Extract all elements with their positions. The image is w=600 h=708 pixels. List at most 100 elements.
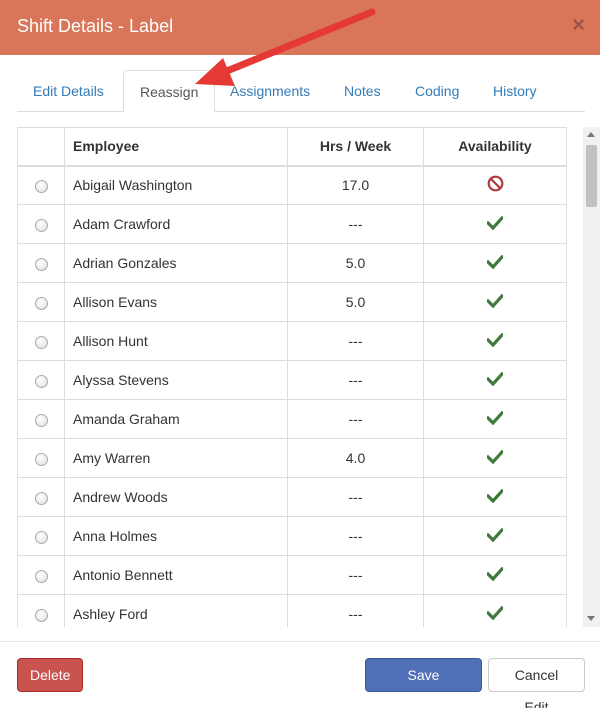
table-row[interactable]: Amanda Graham ---: [17, 399, 567, 439]
check-icon: [485, 488, 505, 506]
close-icon[interactable]: ×: [572, 14, 585, 36]
check-icon: [485, 293, 505, 311]
row-select-cell: [17, 243, 65, 283]
employee-name: Abigail Washington: [64, 165, 288, 205]
employee-name: Allison Hunt: [64, 321, 288, 361]
delete-button[interactable]: Delete: [17, 658, 83, 692]
select-radio[interactable]: [34, 491, 48, 505]
select-radio[interactable]: [34, 180, 48, 194]
availability-cell: [423, 516, 567, 556]
row-select-cell: [17, 165, 65, 205]
employee-name: Amanda Graham: [64, 399, 288, 439]
row-select-cell: [17, 555, 65, 595]
hrs-week-value: 17.0: [287, 165, 424, 205]
employee-name: Antonio Bennett: [64, 555, 288, 595]
employee-table-container: Employee Hrs / Week Availability Abigail…: [17, 127, 583, 627]
check-icon: [485, 254, 505, 272]
scroll-thumb[interactable]: [586, 145, 597, 207]
row-select-cell: [17, 204, 65, 244]
tab-bar: Edit Details Reassign Assignments Notes …: [17, 70, 585, 113]
employee-name: Amy Warren: [64, 438, 288, 478]
hrs-week-value: 4.0: [287, 438, 424, 478]
select-radio[interactable]: [34, 452, 48, 466]
employee-name: Ashley Ford: [64, 594, 288, 627]
hrs-week-value: 5.0: [287, 282, 424, 322]
availability-cell: [423, 165, 567, 205]
hrs-week-value: ---: [287, 516, 424, 556]
tab-assignments[interactable]: Assignments: [214, 70, 326, 112]
table-row[interactable]: Amy Warren 4.0: [17, 438, 567, 478]
hrs-week-column-header: Hrs / Week: [287, 127, 424, 167]
table-row[interactable]: Abigail Washington 17.0: [17, 165, 567, 205]
hrs-week-value: ---: [287, 477, 424, 517]
tab-notes[interactable]: Notes: [328, 70, 397, 112]
scroll-down-icon[interactable]: [587, 616, 595, 621]
availability-cell: [423, 282, 567, 322]
select-radio[interactable]: [34, 335, 48, 349]
employee-name: Andrew Woods: [64, 477, 288, 517]
availability-cell: [423, 360, 567, 400]
employee-name: Allison Evans: [64, 282, 288, 322]
employee-name: Adrian Gonzales: [64, 243, 288, 283]
cancel-edit-button[interactable]: Cancel Edit: [488, 658, 585, 708]
table-row[interactable]: Andrew Woods ---: [17, 477, 567, 517]
select-radio[interactable]: [34, 296, 48, 310]
employee-name: Alyssa Stevens: [64, 360, 288, 400]
table-row[interactable]: Adam Crawford ---: [17, 204, 567, 244]
table-header-row: Employee Hrs / Week Availability: [17, 127, 567, 167]
select-radio[interactable]: [34, 530, 48, 544]
row-select-cell: [17, 360, 65, 400]
row-select-cell: [17, 438, 65, 478]
availability-cell: [423, 321, 567, 361]
row-select-cell: [17, 282, 65, 322]
availability-cell: [423, 204, 567, 244]
hrs-week-value: ---: [287, 555, 424, 595]
row-select-cell: [17, 477, 65, 517]
row-select-cell: [17, 594, 65, 627]
availability-cell: [423, 477, 567, 517]
row-select-cell: [17, 321, 65, 361]
availability-cell: [423, 399, 567, 439]
select-radio[interactable]: [34, 374, 48, 388]
table-row[interactable]: Antonio Bennett ---: [17, 555, 567, 595]
select-radio[interactable]: [34, 413, 48, 427]
check-icon: [485, 215, 505, 233]
scroll-up-icon[interactable]: [587, 132, 595, 137]
check-icon: [485, 566, 505, 584]
check-icon: [485, 332, 505, 350]
employee-name: Adam Crawford: [64, 204, 288, 244]
tab-reassign[interactable]: Reassign: [123, 70, 216, 113]
modal-footer: Delete Save Changes Cancel Edit: [0, 641, 600, 708]
hrs-week-value: ---: [287, 321, 424, 361]
tab-coding[interactable]: Coding: [399, 70, 475, 112]
availability-cell: [423, 555, 567, 595]
hrs-week-value: 5.0: [287, 243, 424, 283]
select-radio[interactable]: [34, 257, 48, 271]
table-row[interactable]: Alyssa Stevens ---: [17, 360, 567, 400]
select-radio[interactable]: [34, 569, 48, 583]
modal-header: Shift Details - Label ×: [0, 0, 600, 55]
select-radio[interactable]: [34, 608, 48, 622]
table-row[interactable]: Anna Holmes ---: [17, 516, 567, 556]
table-row[interactable]: Ashley Ford ---: [17, 594, 567, 627]
employee-table: Employee Hrs / Week Availability Abigail…: [17, 127, 567, 627]
select-radio[interactable]: [34, 218, 48, 232]
check-icon: [485, 527, 505, 545]
availability-cell: [423, 243, 567, 283]
employee-table-body: Abigail Washington 17.0 Adam Crawford --- Ad…: [17, 165, 567, 627]
modal-title: Shift Details - Label: [17, 16, 174, 36]
table-scrollbar[interactable]: [583, 127, 600, 627]
hrs-week-value: ---: [287, 360, 424, 400]
hrs-week-value: ---: [287, 594, 424, 627]
check-icon: [485, 449, 505, 467]
hrs-week-value: ---: [287, 399, 424, 439]
tab-history[interactable]: History: [477, 70, 553, 112]
table-row[interactable]: Allison Hunt ---: [17, 321, 567, 361]
row-select-cell: [17, 399, 65, 439]
table-row[interactable]: Adrian Gonzales 5.0: [17, 243, 567, 283]
table-row[interactable]: Allison Evans 5.0: [17, 282, 567, 322]
tab-edit-details[interactable]: Edit Details: [17, 70, 120, 112]
save-changes-button[interactable]: Save Changes: [365, 658, 482, 708]
availability-cell: [423, 438, 567, 478]
availability-column-header: Availability: [423, 127, 567, 167]
